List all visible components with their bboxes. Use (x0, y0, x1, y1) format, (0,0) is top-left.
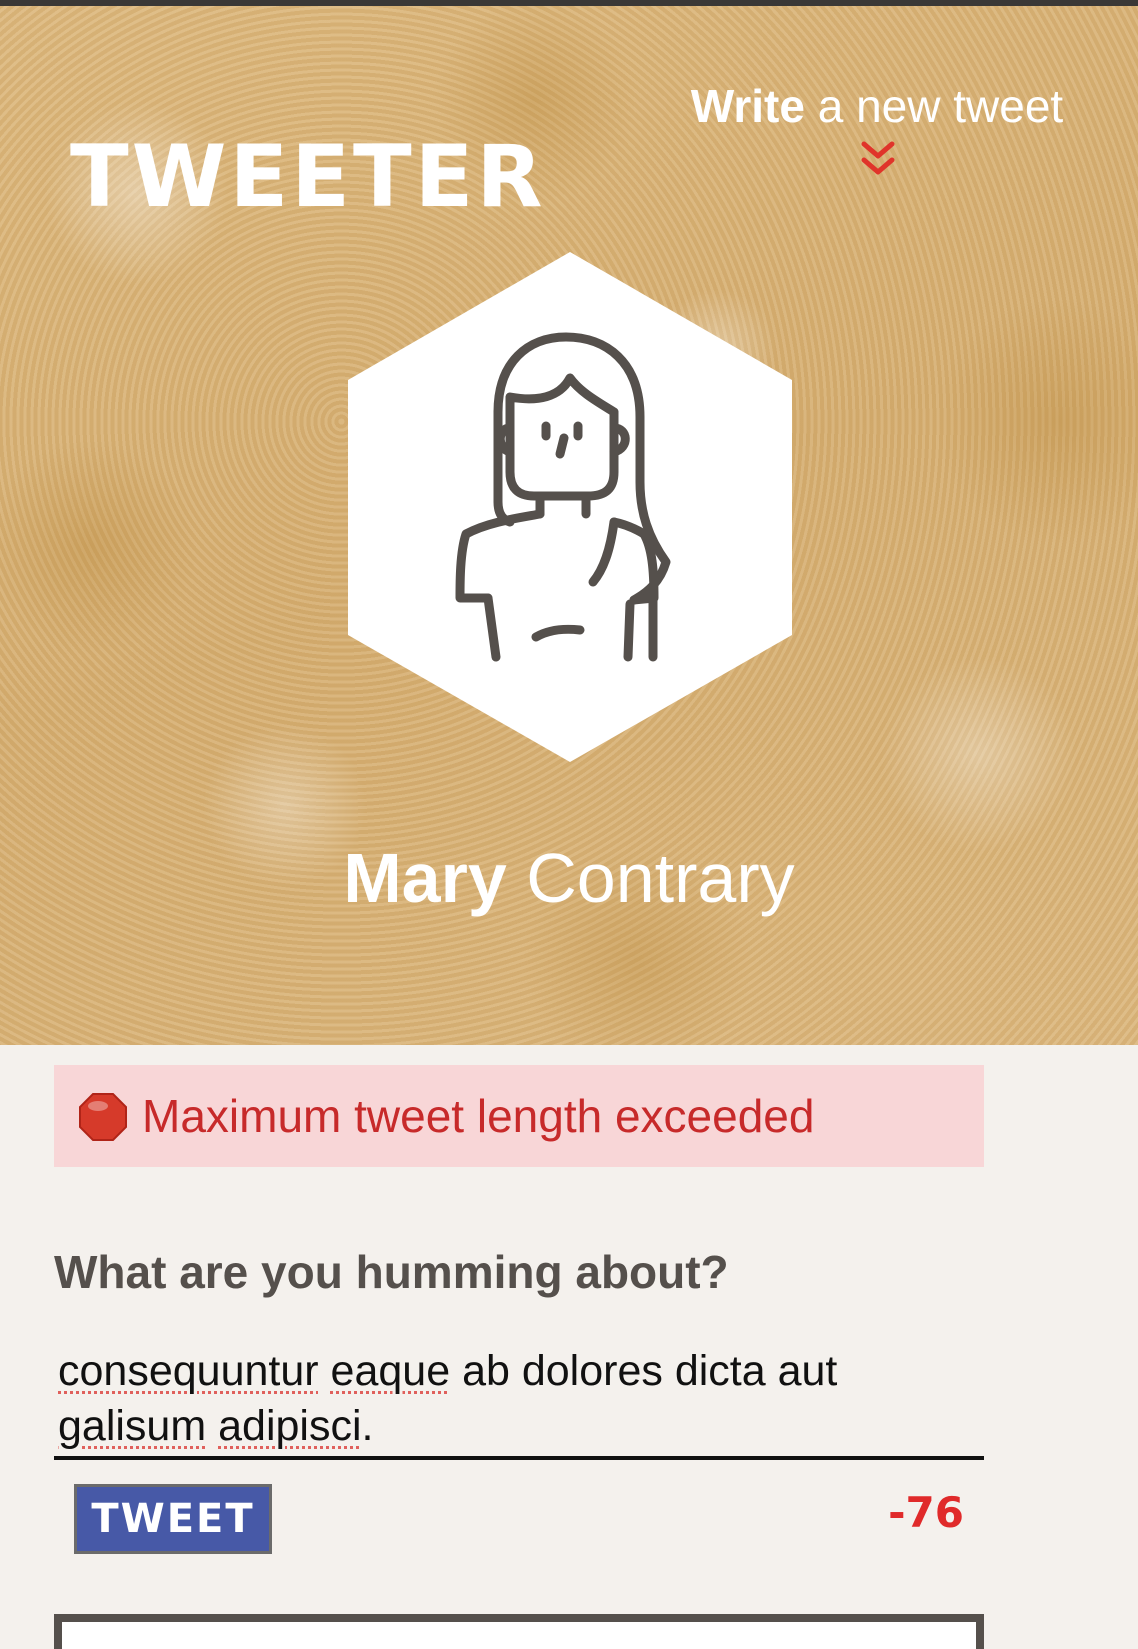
profile-header: TWEETER Write a new tweet Mary Contrary (0, 6, 1138, 1045)
tweet-textarea[interactable]: consequuntur eaque ab dolores dicta aut … (54, 1340, 984, 1460)
stop-sign-icon (79, 1092, 127, 1141)
error-message: Maximum tweet length exceeded (142, 1090, 815, 1142)
misspelled-word: consequuntur (58, 1347, 319, 1395)
user-first-name: Mary (343, 839, 507, 917)
text-segment: ab dolores dicta aut (450, 1347, 838, 1395)
write-link-rest: a new tweet (804, 80, 1064, 132)
text-segment: . (361, 1402, 374, 1450)
avatar-hexagon (348, 252, 792, 762)
character-counter: -76 (888, 1488, 964, 1537)
tweet-list-card (54, 1614, 984, 1649)
write-link-strong: Write (690, 80, 805, 132)
tweet-button[interactable]: TWEET (74, 1484, 272, 1554)
misspelled-word: adipisci (218, 1402, 362, 1450)
avatar (348, 252, 792, 762)
error-alert: Maximum tweet length exceeded (54, 1065, 984, 1167)
misspelled-word: galisum (58, 1402, 207, 1450)
double-chevron-down-icon[interactable] (858, 140, 898, 180)
write-new-tweet-link[interactable]: Write a new tweet (640, 78, 1114, 134)
app-logo: TWEETER (70, 127, 546, 227)
misspelled-word: eaque (330, 1347, 451, 1395)
compose-label: What are you humming about? (54, 1246, 729, 1298)
user-last-name: Contrary (526, 839, 795, 917)
user-name: Mary Contrary (0, 838, 1138, 918)
